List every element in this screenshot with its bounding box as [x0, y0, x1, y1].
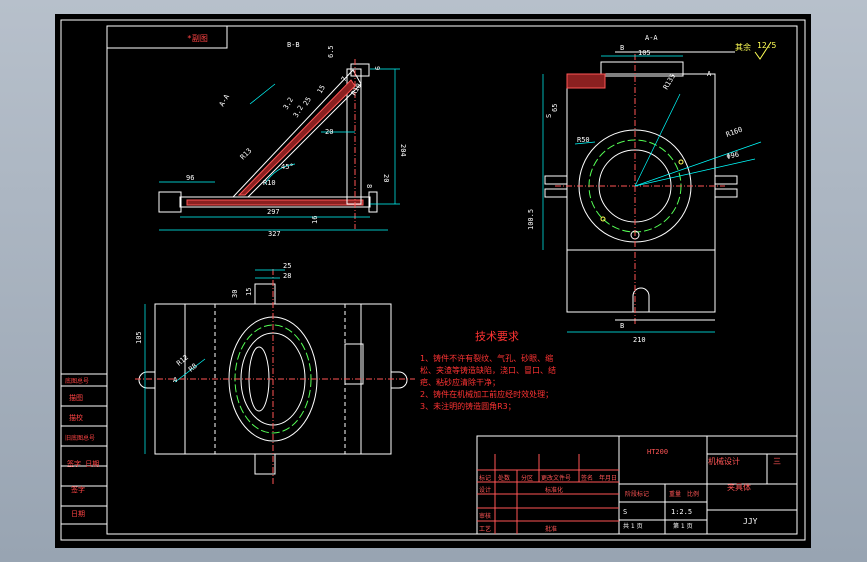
- scale-label: 比例: [687, 490, 699, 498]
- notes-line: 2、铸件在机械加工前应经时效处理；: [420, 389, 553, 399]
- dim-text: 6.5: [327, 45, 335, 58]
- dim-text: R12: [175, 353, 190, 367]
- stamp-label: 签字 日期: [67, 459, 99, 468]
- view-label: B-B: [287, 41, 300, 49]
- revision-col: 分区: [521, 474, 533, 482]
- drawing-sheet: *副图 底图总号 描图 描校 旧底图总号 签字 日期 签字 日期 其余 12.5…: [60, 19, 806, 541]
- dim-text: 25: [302, 96, 313, 107]
- drawing-name: 夹具体: [727, 482, 751, 492]
- revision-col: 签名: [581, 474, 593, 482]
- dim-text: 327: [268, 230, 281, 238]
- role-row: 工艺: [479, 525, 491, 533]
- section-aa-view: A-A 105 R135 R160 R50 Φ96 100.5 210 65 B…: [527, 34, 762, 344]
- revision-col: 标记: [479, 474, 491, 482]
- total-sheets: 共 1 页: [623, 522, 643, 530]
- notes-line: 疤、粘砂应清除干净；: [420, 377, 500, 387]
- dim-text: 3.2: [292, 104, 305, 119]
- stamp-label: 旧底图总号: [65, 434, 95, 442]
- sheet-outer-border: [60, 19, 806, 541]
- dim-text: R135: [662, 72, 677, 91]
- dim-text: 45°: [281, 163, 294, 171]
- dim-text: 105: [638, 49, 651, 57]
- dim-text: 105: [135, 331, 143, 344]
- stamp-label: 签字: [71, 485, 85, 494]
- material: HT200: [647, 448, 668, 456]
- dim-text: R50: [577, 136, 590, 144]
- notes-line: 3、未注明的铸造圆角R3；: [420, 401, 516, 411]
- dim-text: B: [620, 44, 624, 52]
- dim-text: 16: [311, 216, 319, 224]
- sheet-stamp-box: [106, 25, 228, 49]
- course-name: 机械设计: [708, 456, 740, 466]
- dim-text: R160: [725, 126, 744, 139]
- dim-text: R8: [187, 362, 199, 374]
- dim-text: 15: [245, 288, 253, 296]
- dim-text: 210: [633, 336, 646, 344]
- revision-col: 更改文件号: [541, 474, 571, 482]
- dim-text: B: [620, 322, 624, 330]
- stamp-label: 底图总号: [65, 377, 89, 385]
- sheet-stamp: *副图: [187, 34, 208, 43]
- stamp-label: 描图: [69, 393, 83, 402]
- dim-text: 20: [382, 174, 390, 182]
- notes-title: 技术要求: [475, 330, 519, 343]
- sheet-number: 三: [773, 457, 781, 466]
- mark-s: S: [623, 508, 627, 516]
- section-bb-view: B-B 96 297 327 204 6.5 9 R10 20 R10 45° …: [158, 41, 407, 238]
- weight-label: 重量: [669, 490, 681, 498]
- view-label: A-A: [645, 34, 658, 42]
- dim-text: 8: [365, 184, 373, 188]
- designer: JJY: [743, 517, 758, 526]
- dim-text: 9: [373, 66, 381, 70]
- dim-text: 96: [186, 174, 194, 182]
- left-stamp-column: 底图总号 描图 描校 旧底图总号 签字 日期 签字 日期: [60, 373, 108, 525]
- title-block: HT200 机械设计 三 夹具体 JJY 1:2.5 S 共 1 页 第 1 页…: [476, 435, 798, 535]
- scale: 1:2.5: [671, 508, 692, 516]
- notes-line: 松、夹渣等铸造缺陷，浇口、冒口、结: [420, 365, 556, 375]
- cad-viewport[interactable]: *副图 底图总号 描图 描校 旧底图总号 签字 日期 签字 日期 其余 12.5…: [0, 0, 867, 562]
- revision-col: 年月日: [599, 474, 617, 482]
- dim-text: S: [545, 114, 553, 118]
- dim-text: 100.5: [527, 209, 535, 230]
- dim-text: R13: [239, 147, 254, 162]
- dim-text: 65: [551, 104, 559, 112]
- drawing-canvas[interactable]: *副图 底图总号 描图 描校 旧底图总号 签字 日期 签字 日期 其余 12.5…: [55, 14, 811, 548]
- sheet-inner-border: [106, 25, 798, 535]
- technical-notes: 技术要求 1、铸件不许有裂纹、气孔、砂眼、缩 松、夹渣等铸造缺陷，浇口、冒口、结…: [420, 330, 556, 411]
- dim-text: A-A: [218, 92, 232, 108]
- dim-text: 20: [325, 128, 333, 136]
- dim-text: 15: [316, 84, 327, 95]
- approve-label: 批准: [545, 525, 557, 533]
- dim-text: R10: [263, 179, 276, 187]
- dim-text: Φ96: [726, 150, 740, 160]
- stamp-label: 日期: [71, 510, 85, 518]
- revision-col: 处数: [498, 474, 510, 482]
- dim-text: 297: [267, 208, 280, 216]
- stamp-label: 描校: [69, 413, 83, 422]
- roughness-label: 其余: [735, 42, 751, 52]
- dim-text: 25: [283, 262, 291, 270]
- role-row: 设计: [479, 486, 491, 494]
- stage-label: 阶段标记: [625, 490, 649, 498]
- dim-text: 28: [283, 272, 291, 280]
- role-row: 审核: [479, 512, 491, 520]
- top-view: 25 28 30 15 105 R12 R8 A: [135, 262, 415, 484]
- dim-text: 204: [399, 144, 407, 157]
- std-label: 标准化: [545, 486, 563, 494]
- sheet-index: 第 1 页: [673, 522, 693, 530]
- notes-line: 1、铸件不许有裂纹、气孔、砂眼、缩: [420, 353, 553, 363]
- dim-text: 30: [231, 290, 239, 298]
- dim-text: 3.2: [282, 96, 295, 111]
